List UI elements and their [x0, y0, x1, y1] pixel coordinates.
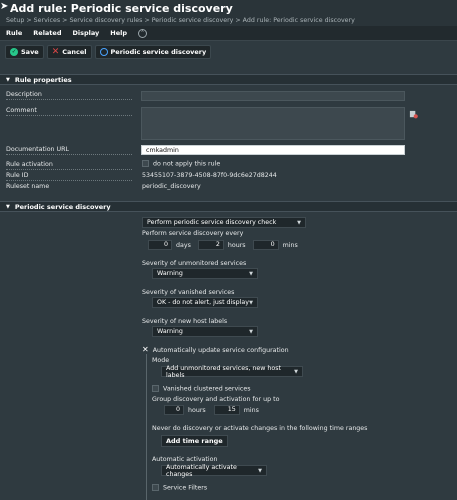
page-header: ➤ Add rule: Periodic service discovery S…	[0, 0, 457, 26]
comment-label: Comment	[6, 107, 37, 114]
interval-fields: 0 days 2 hours 0 mins	[148, 240, 298, 250]
cancel-button[interactable]: ✕ Cancel	[46, 45, 92, 59]
vanished-severity-select[interactable]: OK - do not alert, just display ▼	[152, 297, 258, 308]
chevron-down-icon: ▼	[249, 270, 253, 277]
checked-x-icon: ✕	[142, 345, 149, 354]
ruleset-name-label: Ruleset name	[6, 183, 50, 190]
label-dotted-line	[6, 169, 132, 170]
toolbar: ✓ Save ✕ Cancel Periodic service discove…	[0, 41, 457, 63]
description-label: Description	[6, 91, 42, 98]
chevron-down-icon: ▼	[249, 328, 253, 335]
label-dotted-line	[6, 154, 132, 155]
collapse-triangle-icon: ▼	[6, 203, 10, 210]
rule-activation-label: Rule activation	[6, 161, 53, 168]
chevron-down-icon: ▼	[294, 368, 298, 375]
menu-help[interactable]: Help	[110, 29, 127, 37]
label-dotted-line	[6, 115, 132, 116]
mode-select[interactable]: Add unmonitored services, new host label…	[161, 365, 303, 379]
rule-activation-field: do not apply this rule	[142, 160, 220, 168]
comment-textarea[interactable]	[141, 107, 405, 140]
host-labels-severity-label: Severity of new host labels	[142, 318, 228, 325]
group-mins-input[interactable]: 15	[213, 405, 240, 415]
interval-label: Perform service discovery every	[142, 230, 244, 237]
collapse-triangle-icon: ▼	[6, 76, 10, 83]
documentation-url-input[interactable]: cmkadmin	[141, 145, 405, 155]
never-discover-label: Never do discovery or activate changes i…	[152, 425, 368, 432]
checkmark-icon: ✓	[10, 48, 18, 56]
chevron-down-icon: ▼	[258, 467, 262, 474]
group-fields: 0 hours 15 mins	[164, 405, 259, 415]
breadcrumb[interactable]: Setup > Services > Service discovery rul…	[6, 17, 457, 24]
mins-input[interactable]: 0	[252, 240, 279, 250]
vanished-severity-label: Severity of vanished services	[142, 289, 235, 296]
group-discovery-label: Group discovery and activation for up to	[152, 396, 280, 403]
mode-label: Mode	[152, 357, 170, 364]
vanished-clustered-checkbox[interactable]	[152, 385, 159, 392]
periodic-discovery-header[interactable]: ▼ Periodic service discovery	[0, 201, 457, 212]
page-title: Add rule: Periodic service discovery	[10, 2, 233, 15]
rule-id-value: 53455107-3879-4508-87f0-9dc6e27d8244	[142, 172, 277, 179]
chevron-down-icon: ▼	[297, 219, 301, 226]
days-input[interactable]: 0	[148, 240, 172, 250]
insert-signature-icon[interactable]	[409, 110, 418, 119]
host-labels-severity-select[interactable]: Warning ▼	[152, 326, 258, 337]
rule-properties-header[interactable]: ▼ Rule properties	[0, 74, 457, 85]
label-dotted-line	[6, 180, 132, 181]
documentation-url-label: Documentation URL	[6, 146, 70, 153]
chevron-down-icon: ▼	[249, 299, 253, 306]
add-time-range-button[interactable]: Add time range	[161, 435, 228, 447]
toggle-menu-icon[interactable]: ⌃	[138, 28, 148, 38]
menu-display[interactable]: Display	[72, 29, 99, 37]
disable-rule-checkbox[interactable]	[142, 160, 149, 167]
service-filters-option: Service Filters	[152, 484, 207, 492]
unmonitored-severity-label: Severity of unmonitored services	[142, 260, 247, 267]
menu-related[interactable]: Related	[33, 29, 61, 37]
menu-rule[interactable]: Rule	[6, 29, 22, 37]
rule-id-label: Rule ID	[6, 172, 29, 179]
vanished-clustered-option: Vanished clustered services	[152, 385, 251, 393]
auto-activation-label: Automatic activation	[152, 456, 218, 463]
discovery-mode-select[interactable]: Perform periodic service discovery check…	[142, 217, 306, 228]
auto-update-toggle[interactable]: ✕ Automatically update service configurat…	[142, 345, 289, 354]
description-input[interactable]	[141, 91, 405, 101]
unmonitored-severity-select[interactable]: Warning ▼	[152, 268, 258, 279]
auto-activation-select[interactable]: Automatically activate changes ▼	[161, 464, 267, 478]
indent-guide	[146, 354, 147, 500]
hours-input[interactable]: 2	[197, 240, 224, 250]
ruleset-name-value: periodic_discovery	[142, 183, 201, 190]
discovery-icon	[99, 48, 108, 56]
mouse-cursor-icon: ➤	[0, 1, 9, 12]
menu-bar: Rule Related Display Help ⌃	[0, 26, 457, 41]
group-hours-input[interactable]: 0	[164, 405, 184, 415]
label-dotted-line	[6, 99, 132, 100]
periodic-discovery-button[interactable]: Periodic service discovery	[94, 45, 212, 59]
close-icon: ✕	[51, 47, 60, 57]
service-filters-checkbox[interactable]	[152, 484, 159, 491]
save-button[interactable]: ✓ Save	[5, 45, 44, 59]
